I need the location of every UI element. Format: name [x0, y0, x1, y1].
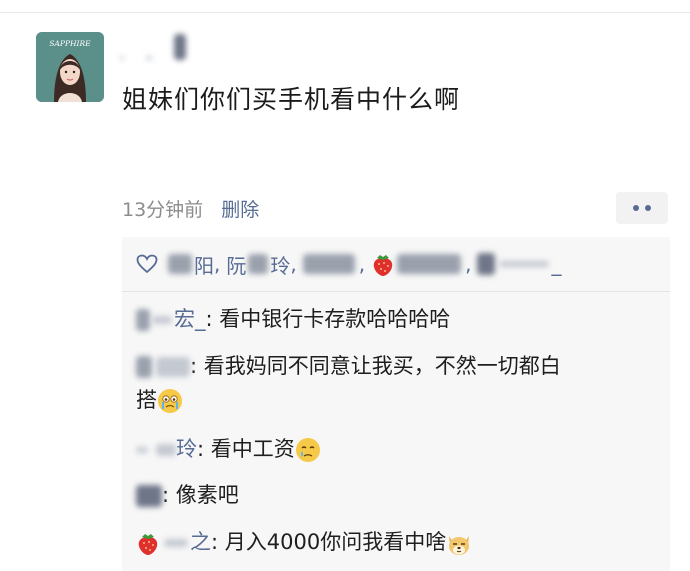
- comment-text: : 像素吧: [162, 483, 239, 507]
- like-name-1[interactable]: 阳: [194, 250, 214, 279]
- name-blur-1: [120, 56, 124, 60]
- top-divider: [0, 12, 690, 13]
- like-name-blur: [168, 254, 192, 274]
- comment-item[interactable]: 宏_: 看中银行卡存款哈哈哈哈: [136, 302, 658, 336]
- post-text: 姐妹们你们买手机看中什么啊: [122, 85, 461, 114]
- like-name-blur: [397, 254, 462, 274]
- avatar-illustration: SAPPHIRE: [36, 32, 104, 102]
- post-author-name[interactable]: [120, 30, 186, 60]
- delete-link[interactable]: 删除: [221, 195, 259, 222]
- comment-text: : 月入4000你问我看中啥: [211, 530, 447, 554]
- post-time: 13分钟前: [122, 199, 204, 221]
- like-name-blur: [477, 253, 496, 275]
- comment-author[interactable]: 宏_: [136, 307, 206, 331]
- comment-author[interactable]: 玲: [136, 437, 197, 461]
- comment-text: : 看中工资: [197, 437, 295, 461]
- comment-area: 阳, 阮 玲, , , _ 宏_: 看中银行卡存款哈哈哈哈 : 看我妈同不同意让…: [122, 237, 670, 571]
- crying-face-emoji-icon: [158, 389, 182, 413]
- strawberry-icon: [373, 255, 393, 276]
- comment-author[interactable]: 之: [136, 530, 211, 555]
- like-name-blur: [499, 261, 550, 267]
- comment-text: : 看我妈同不同意让我买，不然一切都白: [190, 354, 561, 378]
- comment-item[interactable]: : 像素吧: [136, 478, 658, 512]
- avatar-text: SAPPHIRE: [49, 39, 91, 48]
- name-blur-3: [174, 34, 186, 60]
- comment-author[interactable]: [136, 354, 190, 378]
- more-actions-button[interactable]: [616, 192, 668, 224]
- like-name-5[interactable]: _: [551, 252, 561, 276]
- comment-text-line2: 搭: [136, 388, 157, 412]
- like-name-blur: [302, 254, 355, 274]
- comment-item[interactable]: : 看我妈同不同意让我买，不然一切都白 搭: [136, 349, 658, 417]
- heart-icon: [136, 254, 158, 274]
- tearful-face-emoji-icon: [295, 438, 320, 462]
- dot-icon: [633, 205, 639, 211]
- comment-text: : 看中银行卡存款哈哈哈哈: [205, 307, 451, 331]
- comment-author[interactable]: [136, 483, 162, 507]
- comment-item[interactable]: 之: 月入4000你问我看中啥: [136, 525, 658, 559]
- like-name-2[interactable]: 阮: [226, 250, 246, 279]
- name-blur-2: [146, 56, 152, 60]
- avatar[interactable]: SAPPHIRE: [36, 32, 104, 102]
- strawberry-icon: [138, 534, 158, 555]
- dot-icon: [645, 205, 651, 211]
- likes-row: 阳, 阮 玲, , , _: [122, 237, 670, 291]
- like-name-blur: [248, 254, 269, 274]
- likes-divider: [122, 291, 670, 292]
- like-name-3[interactable]: 玲: [270, 250, 290, 279]
- comment-item[interactable]: 玲: 看中工资: [136, 432, 658, 466]
- doge-emoji-icon: [449, 536, 470, 555]
- post-meta: 13分钟前 删除: [122, 195, 259, 222]
